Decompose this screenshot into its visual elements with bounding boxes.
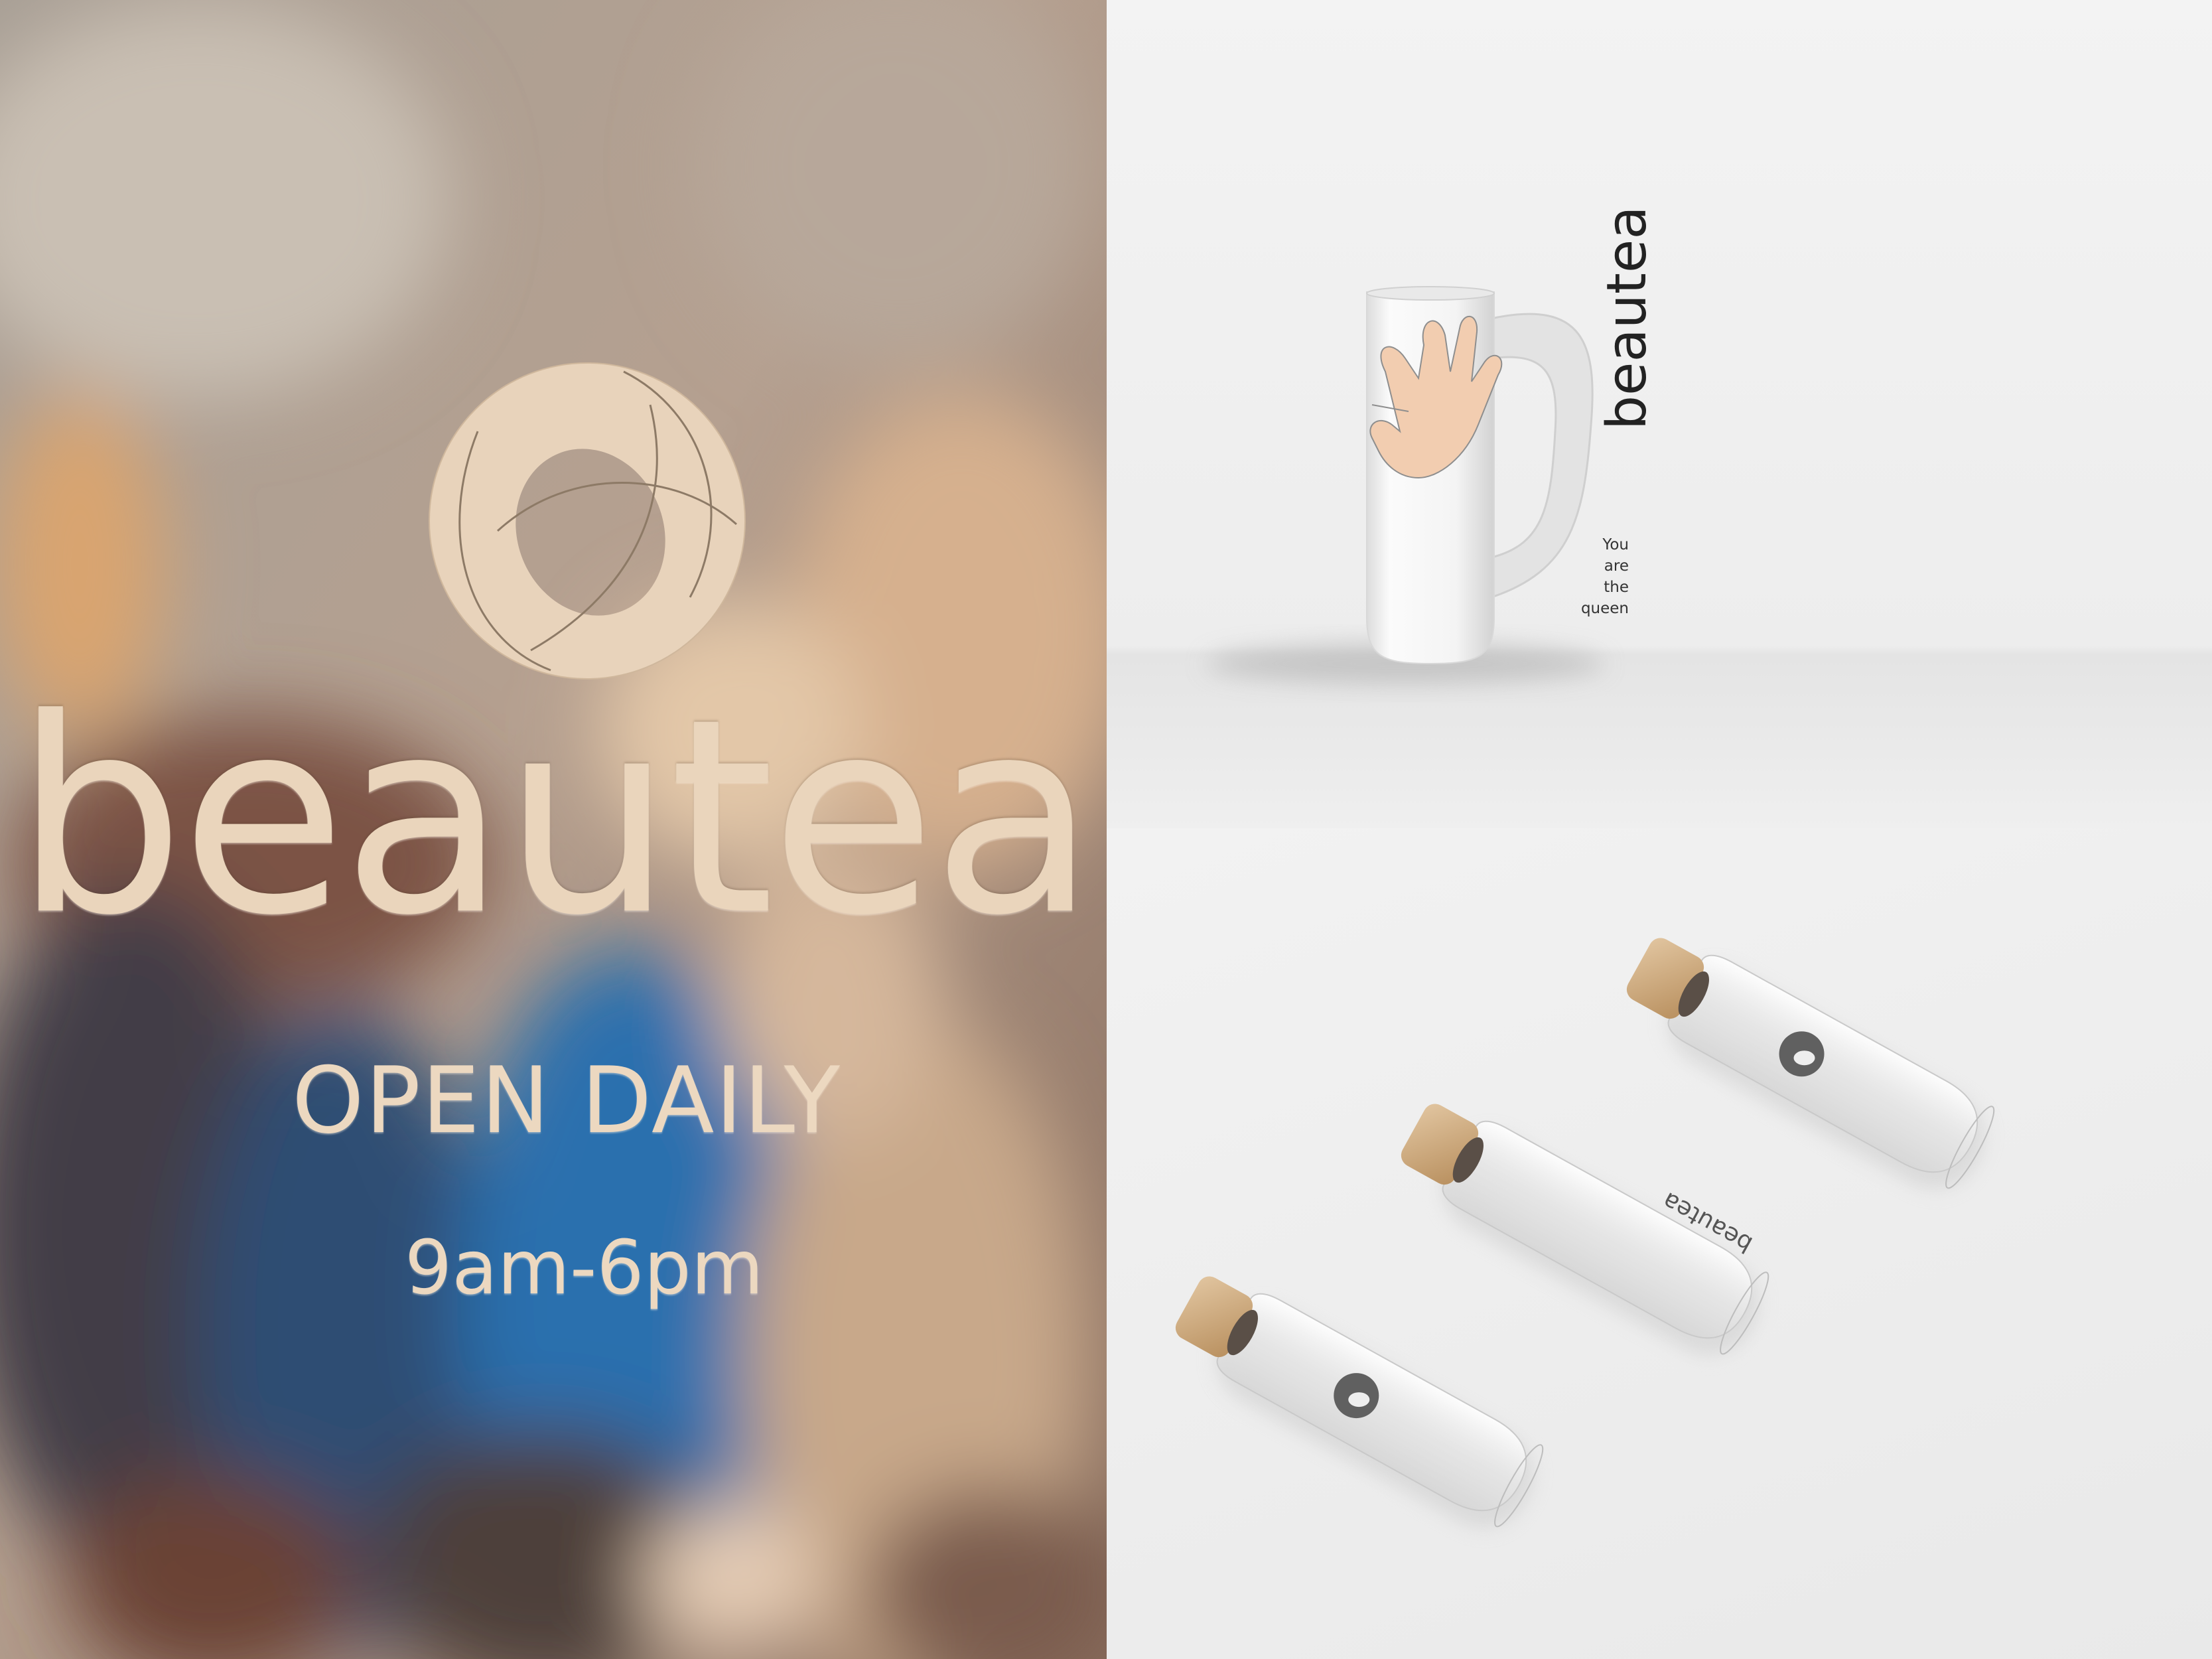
glass-door-panel: beautea OPEN DAILY 9am-6pm [0, 0, 1107, 1659]
mockup-collage: beautea OPEN DAILY 9am-6pm beautea You a… [0, 0, 2212, 1659]
beautea-circle-logo-icon [429, 362, 746, 680]
bottle-left [1175, 1276, 1544, 1528]
opening-hours: 9am-6pm [405, 1225, 764, 1311]
mug-mockup-panel [1107, 0, 2212, 828]
open-daily-label: OPEN DAILY [292, 1047, 841, 1154]
mug-brand-wordmark: beautea [1596, 206, 1659, 430]
mug-tag-line-3: the [1604, 579, 1629, 596]
mug-illustration [1206, 286, 1604, 684]
mug-tag-line-2: are [1604, 557, 1629, 575]
bottles-illustration [1175, 938, 1995, 1528]
mug-tag-line-4: queen [1580, 600, 1629, 617]
bottles-mockup-panel [1107, 828, 2212, 1659]
bottle-right [1626, 938, 1995, 1190]
mug-tag-line-1: You [1602, 536, 1629, 553]
door-brand-wordmark: beautea [14, 661, 1096, 974]
